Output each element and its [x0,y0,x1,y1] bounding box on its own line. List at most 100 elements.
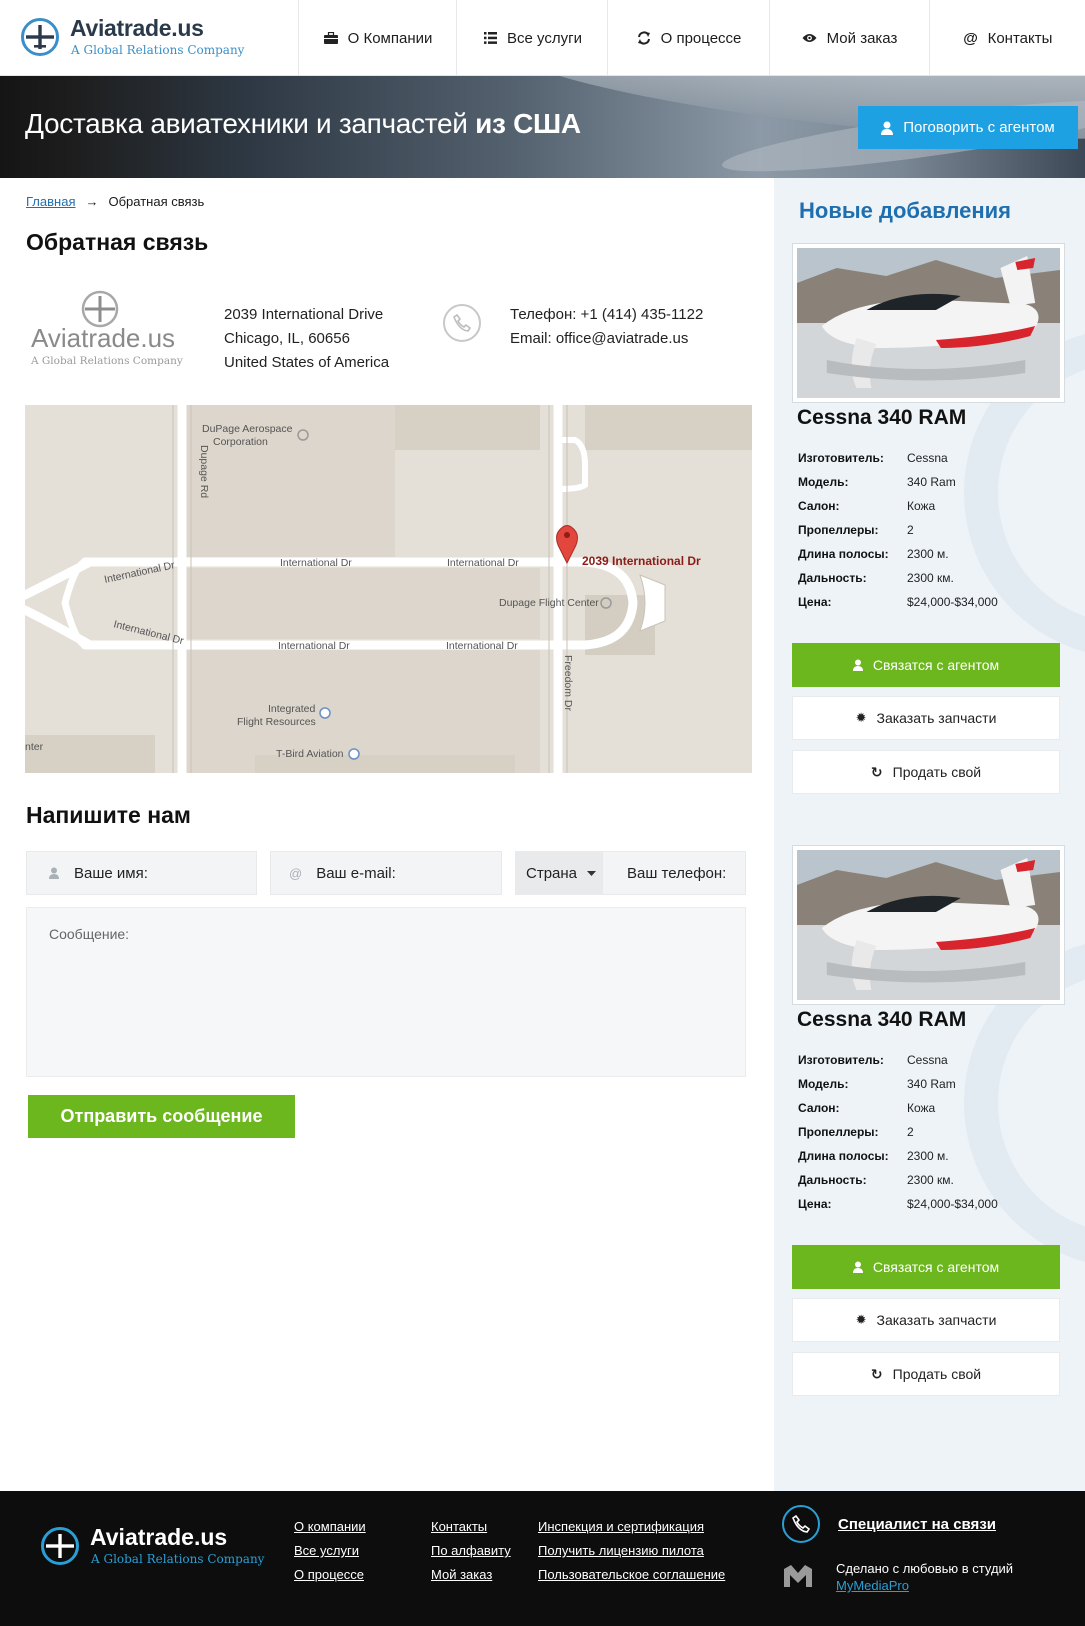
spec-label: Дальность: [798,1173,867,1187]
hero-title: Доставка авиатехники и запчастей из США [25,108,581,140]
made-by: Сделано с любовью в студий MyMediaPro [836,1560,1013,1594]
caret-down-icon [587,870,597,876]
address-line: 2039 International Drive [224,306,384,323]
contact-agent-button[interactable]: Связатся с агентом [792,643,1060,687]
order-parts-button[interactable]: ✹ Заказать запчасти [792,696,1060,740]
message-placeholder: Сообщение: [49,926,130,942]
footer-link[interactable]: По алфавиту [431,1539,511,1563]
sell-yours-button[interactable]: ↻ Продать свой [792,750,1060,794]
breadcrumb-home-link[interactable]: Главная [26,194,75,209]
sell-yours-label: Продать свой [892,1366,982,1382]
aircraft-image [797,248,1060,398]
logo-tagline: A Global Relations Company [71,43,245,57]
aircraft-title[interactable]: Cessna 340 RAM [797,1008,966,1032]
nav-services[interactable]: Все услуги [456,0,607,76]
at-icon: @ [963,29,978,47]
aircraft-title[interactable]: Cessna 340 RAM [797,406,966,430]
phone-placeholder: Ваш телефон: [627,864,727,882]
spec-row: Дальность: 2300 км. [798,1168,1058,1192]
country-select[interactable]: Страна [515,851,602,895]
nav-about[interactable]: О Компании [298,0,456,76]
aircraft-photo[interactable] [792,845,1065,1005]
aircraft-specs: Изготовитель: Cessna Модель: 340 Ram Салон… [798,446,1058,614]
at-icon: @ [289,865,303,881]
contact-logo-name: Aviatrade.us [31,323,175,353]
nav-process[interactable]: О процессе [607,0,769,76]
map-label: Corporation [213,436,268,448]
footer-link[interactable]: Мой заказ [431,1563,511,1587]
logo-name: Aviatrade.us [70,15,204,41]
hero-title-bold: из США [475,108,581,139]
sell-yours-button[interactable]: ↻ Продать свой [792,1352,1060,1396]
footer-link[interactable]: О компании [294,1515,366,1539]
spec-value: 2 [907,1125,914,1139]
footer-link[interactable]: Контакты [431,1515,511,1539]
phone-field[interactable]: Ваш телефон: [602,851,746,895]
top-bar: Aviatrade.us A Global Relations Company … [0,0,1085,76]
nav-contacts[interactable]: @ Контакты [929,0,1085,76]
order-parts-button[interactable]: ✹ Заказать запчасти [792,1298,1060,1342]
map-label: Integrated [268,703,315,715]
footer-link[interactable]: Инспекция и сертификация [538,1515,725,1539]
name-placeholder: Ваше имя: [74,864,148,882]
message-field[interactable]: Сообщение: [26,907,746,1077]
contact-agent-label: Связатся с агентом [872,657,1000,673]
contact-logo: Aviatrade.us A Global Relations Company [28,289,183,374]
specialist-link[interactable]: Специалист на связи [838,1516,996,1533]
map-label: DuPage Aerospace [202,423,293,435]
footer-link[interactable]: Получить лицензию пилота [538,1539,725,1563]
nav-process-label: О процессе [660,29,742,47]
talk-to-agent-label: Поговорить с агентом [903,119,1055,136]
airplane-logo-icon: Aviatrade.us A Global Relations Company [30,290,183,367]
site-logo[interactable]: Aviatrade.us A Global Relations Company [20,15,244,61]
studio-link[interactable]: MyMediaPro [836,1578,909,1593]
nav-my-order[interactable]: Мой заказ [769,0,929,76]
breadcrumb: Главная → Обратная связь [26,194,204,209]
footer-link[interactable]: Все услуги [294,1539,366,1563]
studio-logo-icon [784,1565,812,1587]
contact-logo-tagline: A Global Relations Company [30,355,183,367]
location-map[interactable]: DuPage Aerospace Corporation Dupage Rd I… [25,405,752,773]
phone-text: Телефон: +1 (414) 435-1122 [510,306,704,323]
list-icon [482,30,498,46]
spec-label: Салон: [798,499,840,513]
spec-value: 2300 м. [907,547,949,561]
page-title: Обратная связь [26,229,209,255]
breadcrumb-current: Обратная связь [108,194,205,209]
eye-icon [802,30,818,46]
map-label: Dupage Rd [198,445,210,498]
spec-value: Кожа [907,1101,936,1115]
map-label: International Dr [447,557,519,569]
spec-value: 340 Ram [907,475,956,489]
phone-icon[interactable] [782,1505,820,1543]
contact-agent-label: Связатся с агентом [872,1259,1000,1275]
made-by-text: Сделано с любовью в студий [836,1561,1014,1576]
map-marker-label: 2039 International Dr [582,554,701,568]
send-message-button[interactable]: Отправить сообщение [28,1095,295,1138]
contact-agent-button[interactable]: Связатся с агентом [792,1245,1060,1289]
spec-label: Модель: [798,1077,849,1091]
footer-link[interactable]: О процессе [294,1563,366,1587]
spec-row: Длина полосы: 2300 м. [798,1144,1058,1168]
email-text[interactable]: Email: office@aviatrade.us [510,327,703,351]
nav-my-order-label: Мой заказ [826,29,898,47]
map-label: Dupage Flight Center [499,597,599,609]
refresh-icon: ↻ [870,763,883,780]
aircraft-photo[interactable] [792,243,1065,403]
footer-link[interactable]: Пользовательское соглашение [538,1563,725,1587]
footer-logo[interactable]: Aviatrade.us A Global Relations Company [40,1524,264,1569]
main-nav: О Компании Все услуги О процессе Мой зак… [298,0,1085,76]
spec-label: Пропеллеры: [798,523,879,537]
spec-value: $24,000-$34,000 [907,1197,998,1211]
footer-links-3: Инспекция и сертификация Получить лиценз… [538,1515,725,1587]
footer-links-2: Контакты По алфавиту Мой заказ [431,1515,511,1587]
spec-label: Длина полосы: [798,547,889,561]
user-icon [881,121,894,135]
footer: Aviatrade.us A Global Relations Company … [0,1491,1085,1626]
gear-icon: ✹ [855,1312,867,1327]
map-label: International Dr [446,640,518,652]
talk-to-agent-button[interactable]: Поговорить с агентом [858,106,1078,149]
email-field[interactable]: @ Ваш e-mail: [270,851,502,895]
name-field[interactable]: Ваше имя: [26,851,257,895]
spec-value: Cessna [907,1053,948,1067]
